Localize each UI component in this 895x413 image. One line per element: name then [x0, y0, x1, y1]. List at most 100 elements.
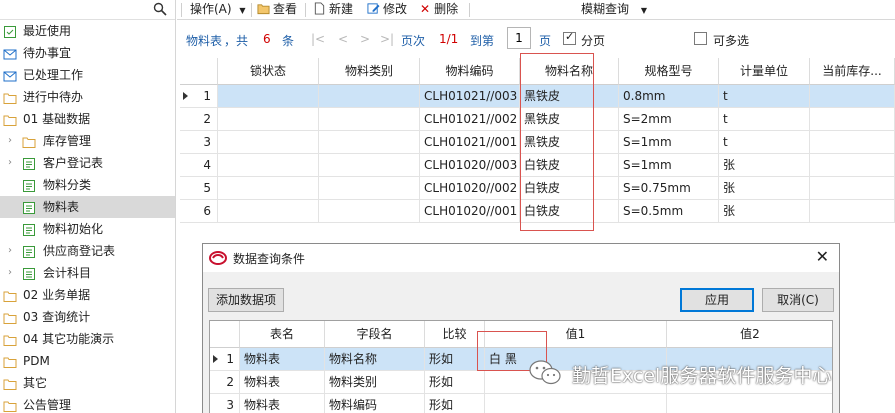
- sidebar-item[interactable]: 已处理工作: [0, 64, 175, 86]
- table-cell[interactable]: S=0.75mm: [619, 177, 719, 200]
- condition-cell[interactable]: 形如: [425, 348, 485, 371]
- sidebar-item[interactable]: 04 其它功能演示: [0, 328, 175, 350]
- table-cell[interactable]: S=1mm: [619, 131, 719, 154]
- table-cell[interactable]: t: [719, 85, 810, 108]
- next-page-button[interactable]: >: [360, 32, 370, 46]
- condition-column-header[interactable]: 值1: [485, 321, 667, 348]
- last-page-button[interactable]: >|: [380, 32, 394, 46]
- condition-column-header[interactable]: 表名: [240, 321, 325, 348]
- column-header[interactable]: 当前库存...: [810, 58, 895, 85]
- condition-cell[interactable]: [667, 394, 832, 413]
- row-number[interactable]: 3: [180, 131, 218, 154]
- table-row[interactable]: 6 CLH01020//001 白铁皮 S=0.5mm 张: [180, 200, 895, 223]
- row-number[interactable]: 4: [180, 154, 218, 177]
- column-header[interactable]: 物料名称: [520, 58, 619, 85]
- table-cell[interactable]: 白铁皮: [520, 154, 619, 177]
- sidebar-item[interactable]: 进行中待办: [0, 86, 175, 108]
- table-cell[interactable]: 0.8mm: [619, 85, 719, 108]
- paging-checkbox[interactable]: [563, 30, 576, 45]
- chevron-right-icon[interactable]: ›: [5, 240, 15, 262]
- table-row[interactable]: 2 CLH01021//002 黑铁皮 S=2mm t: [180, 108, 895, 131]
- delete-button[interactable]: ✕ 删除: [420, 0, 458, 20]
- sidebar-item[interactable]: 最近使用: [0, 20, 175, 42]
- table-cell[interactable]: 白铁皮: [520, 177, 619, 200]
- table-cell[interactable]: [319, 85, 420, 108]
- row-number[interactable]: 2: [210, 371, 240, 394]
- operations-menu-button[interactable]: 操作(A) ▼: [190, 0, 246, 20]
- column-header[interactable]: 物料类别: [319, 58, 420, 85]
- table-cell[interactable]: 张: [719, 177, 810, 200]
- table-cell[interactable]: 黑铁皮: [520, 85, 619, 108]
- condition-cell[interactable]: 形如: [425, 394, 485, 413]
- sidebar-item[interactable]: 待办事宜: [0, 42, 175, 64]
- table-cell[interactable]: S=2mm: [619, 108, 719, 131]
- table-cell[interactable]: [218, 85, 319, 108]
- condition-column-header[interactable]: 值2: [667, 321, 832, 348]
- sidebar-item[interactable]: 03 查询统计: [0, 306, 175, 328]
- sidebar-item[interactable]: › 库存管理: [0, 130, 175, 152]
- sidebar-item[interactable]: › 供应商登记表: [0, 240, 175, 262]
- table-cell[interactable]: 黑铁皮: [520, 131, 619, 154]
- sidebar-item[interactable]: PDM: [0, 350, 175, 372]
- close-icon[interactable]: ✕: [816, 248, 829, 266]
- chevron-right-icon[interactable]: ›: [5, 152, 15, 174]
- chevron-right-icon[interactable]: ›: [5, 262, 15, 284]
- table-row[interactable]: 3 CLH01021//001 黑铁皮 S=1mm t: [180, 131, 895, 154]
- table-cell[interactable]: S=1mm: [619, 154, 719, 177]
- sidebar-item[interactable]: 物料分类: [0, 174, 175, 196]
- condition-cell[interactable]: 物料编码: [325, 394, 425, 413]
- row-number[interactable]: 6: [180, 200, 218, 223]
- condition-cell[interactable]: 物料表: [240, 348, 325, 371]
- column-header[interactable]: 锁状态: [218, 58, 319, 85]
- sidebar-item[interactable]: 物料初始化: [0, 218, 175, 240]
- add-data-item-button[interactable]: 添加数据项: [208, 288, 284, 312]
- table-cell[interactable]: CLH01020//003: [420, 154, 520, 177]
- chevron-right-icon[interactable]: ›: [5, 130, 15, 152]
- table-cell[interactable]: [810, 200, 895, 223]
- fuzzy-query-button[interactable]: 模糊查询 ▼: [581, 0, 647, 20]
- table-cell[interactable]: [810, 108, 895, 131]
- table-row[interactable]: 1 CLH01021//003 黑铁皮 0.8mm t: [180, 85, 895, 108]
- condition-cell[interactable]: [485, 394, 667, 413]
- table-cell[interactable]: [319, 200, 420, 223]
- table-cell[interactable]: [810, 85, 895, 108]
- edit-button[interactable]: 修改: [367, 0, 407, 20]
- table-cell[interactable]: [319, 131, 420, 154]
- dialog-titlebar[interactable]: 数据查询条件 ✕: [203, 244, 839, 272]
- column-header[interactable]: 物料编码: [420, 58, 520, 85]
- table-cell[interactable]: 张: [719, 200, 810, 223]
- table-cell[interactable]: [218, 177, 319, 200]
- table-cell[interactable]: CLH01021//001: [420, 131, 520, 154]
- table-cell[interactable]: CLH01020//002: [420, 177, 520, 200]
- sidebar-item[interactable]: 其它: [0, 372, 175, 394]
- condition-cell[interactable]: 物料名称: [325, 348, 425, 371]
- table-cell[interactable]: t: [719, 108, 810, 131]
- table-cell[interactable]: 黑铁皮: [520, 108, 619, 131]
- condition-cell[interactable]: 物料表: [240, 394, 325, 413]
- search-icon[interactable]: [153, 2, 167, 16]
- table-cell[interactable]: t: [719, 131, 810, 154]
- table-cell[interactable]: [810, 154, 895, 177]
- table-cell[interactable]: 白铁皮: [520, 200, 619, 223]
- row-number[interactable]: 3: [210, 394, 240, 413]
- table-row[interactable]: 4 CLH01020//003 白铁皮 S=1mm 张: [180, 154, 895, 177]
- table-cell[interactable]: [218, 108, 319, 131]
- sidebar-item[interactable]: 物料表: [0, 196, 175, 218]
- sidebar-item[interactable]: 02 业务单据: [0, 284, 175, 306]
- table-cell[interactable]: [218, 131, 319, 154]
- sidebar-item[interactable]: › 客户登记表: [0, 152, 175, 174]
- table-cell[interactable]: 张: [719, 154, 810, 177]
- condition-row[interactable]: 3 物料表 物料编码 形如: [210, 394, 832, 413]
- table-cell[interactable]: [810, 177, 895, 200]
- condition-column-header[interactable]: 字段名: [325, 321, 425, 348]
- sidebar-item[interactable]: 公告管理: [0, 394, 175, 413]
- view-button[interactable]: 查看: [257, 0, 297, 20]
- table-cell[interactable]: S=0.5mm: [619, 200, 719, 223]
- first-page-button[interactable]: |<: [311, 32, 325, 46]
- row-number[interactable]: 2: [180, 108, 218, 131]
- table-cell[interactable]: CLH01021//002: [420, 108, 520, 131]
- table-cell[interactable]: [319, 108, 420, 131]
- table-cell[interactable]: [319, 154, 420, 177]
- multiselect-checkbox[interactable]: [694, 32, 707, 45]
- cancel-button[interactable]: 取消(C): [762, 288, 834, 312]
